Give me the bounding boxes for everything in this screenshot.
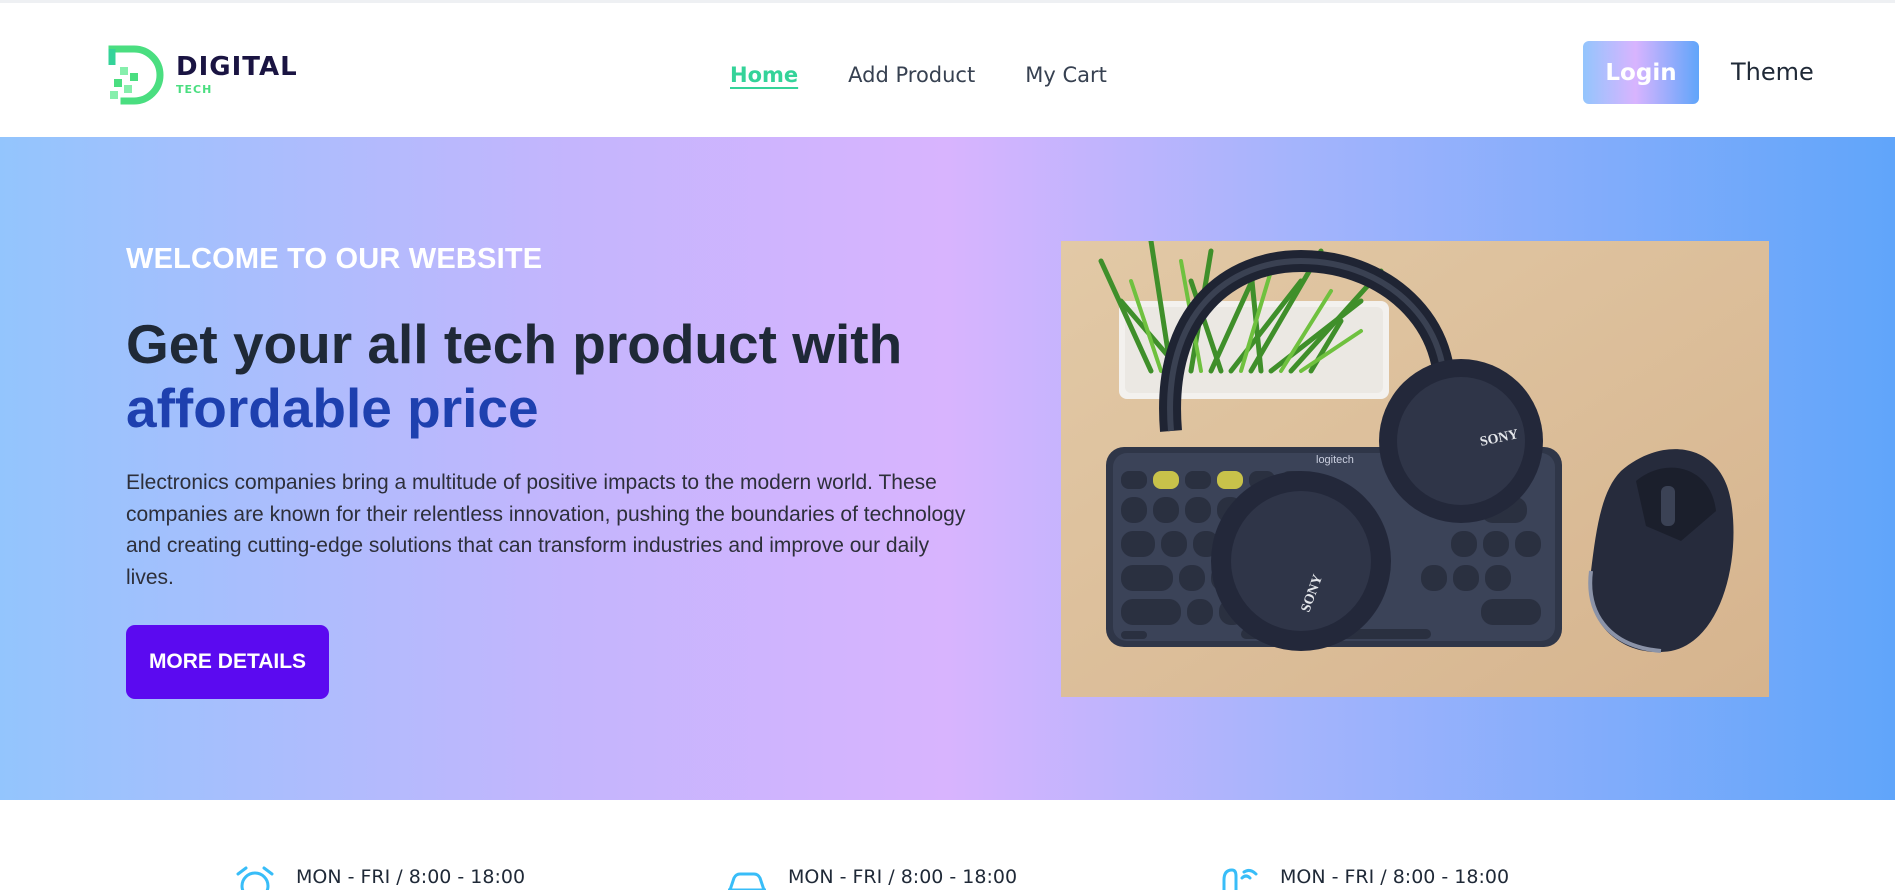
more-details-button[interactable]: MORE DETAILS bbox=[126, 625, 329, 699]
hero-kicker: WELCOME TO OUR WEBSITE bbox=[126, 243, 543, 275]
hero-headline-accent: affordable price bbox=[126, 377, 539, 439]
hero-banner: WELCOME TO OUR WEBSITE Get your all tech… bbox=[0, 137, 1895, 800]
hero-headline-line1: Get your all tech product with bbox=[126, 313, 903, 375]
main-nav: Home Add Product My Cart bbox=[730, 59, 1107, 91]
hero-product-image: logitech SONY SONY bbox=[1061, 241, 1769, 697]
info-item-text: MON - FRI / 8:00 - 18:00 bbox=[296, 866, 526, 888]
keyboard-brand: logitech bbox=[1316, 454, 1354, 466]
nav-link-my-cart[interactable]: My Cart bbox=[1025, 63, 1107, 87]
info-item: MON - FRI / 8:00 - 18:00 bbox=[1216, 864, 1509, 890]
brand-name: DIGITAL bbox=[176, 51, 298, 82]
brand-logo[interactable]: DIGITAL TECH bbox=[106, 43, 306, 105]
headphones-keyboard-mouse-photo: logitech SONY SONY bbox=[1061, 241, 1769, 697]
headset-icon bbox=[1222, 868, 1258, 890]
hero-headline: Get your all tech product with affordabl… bbox=[126, 312, 926, 440]
brand-wordmark: DIGITAL TECH bbox=[176, 54, 298, 95]
alarm-clock-icon bbox=[236, 866, 274, 890]
nav-link-add-product[interactable]: Add Product bbox=[848, 63, 975, 87]
brand-logo-mark-icon bbox=[108, 45, 164, 105]
login-button[interactable]: Login bbox=[1583, 41, 1699, 104]
hero-description: Electronics companies bring a multitude … bbox=[126, 471, 966, 589]
brand-subname: TECH bbox=[176, 82, 213, 96]
info-item: MON - FRI / 8:00 - 18:00 bbox=[724, 864, 1017, 890]
info-item: MON - FRI / 8:00 - 18:00 bbox=[232, 864, 525, 890]
info-item-text: MON - FRI / 8:00 - 18:00 bbox=[1280, 866, 1510, 888]
car-icon bbox=[728, 872, 766, 890]
nav-link-home[interactable]: Home bbox=[730, 63, 798, 87]
site-header: DIGITAL TECH Home Add Product My Cart Lo… bbox=[0, 3, 1895, 137]
opening-hours-strip: MON - FRI / 8:00 - 18:00 MON - FRI / 8:0… bbox=[0, 800, 1895, 890]
info-item-text: MON - FRI / 8:00 - 18:00 bbox=[788, 866, 1018, 888]
theme-toggle[interactable]: Theme bbox=[1731, 58, 1814, 86]
